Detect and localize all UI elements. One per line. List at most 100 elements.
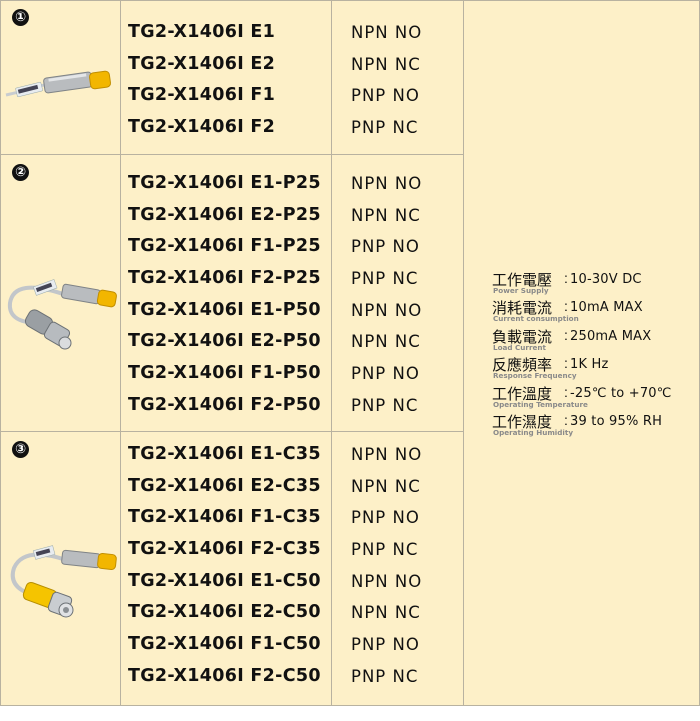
spec-value: -25℃ to +70℃ (570, 385, 672, 401)
sensor-fixed-cable-image (5, 70, 111, 98)
spec-row: 工作濕度: Operating Humidity 39 to 95% RH (492, 411, 697, 439)
group-number: ③ (12, 441, 29, 458)
spec-row: 工作溫度: Operating Temperature -25℃ to +70℃ (492, 383, 697, 411)
model-number: TG2-X1406I E1-P25 (128, 173, 321, 193)
model-row: TG2-X1406I F1 PNP NO (121, 79, 463, 111)
spec-colon: : (564, 411, 568, 428)
model-number: TG2-X1406I E1-P50 (128, 299, 321, 320)
spec-label-english: Response Frequency (493, 371, 577, 381)
spec-label-english: Power Supply (493, 286, 549, 295)
model-row: TG2-X1406I E1-P25 NPN NO (121, 167, 463, 199)
output-type: PNP NO (351, 635, 420, 655)
spec-label-english: Current consumption (493, 314, 579, 324)
model-list-2: TG2-X1406I E1-P25 NPN NO TG2-X1406I E2-P25… (121, 167, 463, 421)
output-type: NPN NC (351, 332, 421, 352)
spec-list: 工作電壓: Power Supply 10-30V DC 消耗電流: Current c… (492, 269, 697, 439)
output-type: PNP NO (351, 237, 420, 257)
model-number: TG2-X1406I E1-C35 (128, 444, 321, 464)
model-row: TG2-X1406I F1-P25 PNP NO (121, 230, 463, 262)
model-row: TG2-X1406I E1-C35 NPN NO (121, 438, 463, 470)
model-number: TG2-X1406I F2-C50 (128, 665, 321, 686)
model-row: TG2-X1406I F2-P25 PNP NC (121, 262, 463, 294)
model-number: TG2-X1406I F1-C35 (128, 507, 321, 528)
output-type: NPN NC (351, 603, 421, 623)
sensor-gray-connector-image (7, 279, 117, 350)
group-number: ② (12, 164, 29, 181)
model-number: TG2-X1406I E2-P25 (128, 204, 321, 225)
spec-sheet: ① ② ③ TG2-X1406I E1 NPN NO TG2-X1406I E2… (0, 0, 700, 706)
spec-label-english: Operating Humidity (493, 427, 574, 437)
model-number: TG2-X1406I F1-C50 (128, 634, 321, 655)
output-type: NPN NO (351, 23, 423, 42)
row-divider (0, 705, 700, 706)
model-row: TG2-X1406I E2-P50 NPN NC (121, 325, 463, 357)
model-number: TG2-X1406I F1-P25 (128, 236, 321, 257)
model-number: TG2-X1406I E1-C50 (128, 570, 321, 591)
output-type: PNP NC (351, 395, 419, 415)
spec-value: 39 to 95% RH (570, 413, 663, 429)
spec-colon: : (564, 326, 568, 343)
model-number: TG2-X1406I E2 (128, 53, 276, 74)
model-row: TG2-X1406I E2-C50 NPN NC (121, 596, 463, 628)
row-divider (0, 431, 463, 432)
model-row: TG2-X1406I F2-C50 PNP NC (121, 660, 463, 692)
output-type: NPN NC (351, 205, 421, 225)
model-row: TG2-X1406I F1-C35 PNP NO (121, 501, 463, 533)
model-number: TG2-X1406I E1 (128, 22, 276, 42)
model-number: TG2-X1406I F1 (128, 85, 276, 106)
model-number: TG2-X1406I E2-C50 (128, 602, 321, 623)
model-row: TG2-X1406I F1-C50 PNP NO (121, 628, 463, 660)
output-type: PNP NC (351, 540, 419, 560)
spec-row: 工作電壓: Power Supply 10-30V DC (492, 269, 697, 297)
model-row: TG2-X1406I E2-C35 NPN NC (121, 470, 463, 502)
model-row: TG2-X1406I E2 NPN NC (121, 48, 463, 80)
output-type: NPN NO (351, 445, 423, 464)
model-row: TG2-X1406I E1-C50 NPN NO (121, 565, 463, 597)
sensor-yellow-connector-image (10, 545, 117, 618)
output-type: PNP NO (351, 508, 420, 528)
model-row: TG2-X1406I E2-P25 NPN NC (121, 199, 463, 231)
spec-value: 10mA MAX (570, 300, 643, 316)
output-type: PNP NC (351, 269, 419, 289)
model-row: TG2-X1406I F2-C35 PNP NC (121, 533, 463, 565)
output-type: NPN NO (351, 571, 423, 591)
spec-colon: : (564, 298, 568, 315)
spec-row: 反應頻率: Response Frequency 1K Hz (492, 354, 697, 382)
spec-label-english: Operating Temperature (493, 399, 588, 409)
model-number: TG2-X1406I F2-P25 (128, 268, 321, 289)
output-type: NPN NO (351, 300, 423, 320)
model-row: TG2-X1406I F1-P50 PNP NO (121, 357, 463, 389)
column-divider (331, 0, 332, 706)
column-divider (463, 0, 464, 706)
spec-value: 1K Hz (570, 357, 609, 373)
model-row: TG2-X1406I E1-P50 NPN NO (121, 294, 463, 326)
model-number: TG2-X1406I E2-P50 (128, 331, 321, 352)
model-row: TG2-X1406I F2 PNP NC (121, 111, 463, 143)
output-type: NPN NC (351, 476, 421, 496)
spec-colon: : (564, 355, 568, 372)
spec-row: 負載電流: Load Current 250mA MAX (492, 326, 697, 354)
spec-value: 250mA MAX (570, 328, 652, 344)
model-number: TG2-X1406I F2 (128, 117, 276, 138)
output-type: PNP NO (351, 364, 420, 384)
model-number: TG2-X1406I E2-C35 (128, 475, 321, 496)
model-row: TG2-X1406I F2-P50 PNP NC (121, 389, 463, 421)
model-number: TG2-X1406I F2-P50 (128, 394, 321, 415)
model-number: TG2-X1406I F2-C35 (128, 539, 321, 560)
spec-colon: : (564, 270, 568, 286)
column-divider (0, 0, 1, 706)
model-row: TG2-X1406I E1 NPN NO (121, 16, 463, 48)
output-type: PNP NO (351, 86, 420, 106)
row-divider (0, 154, 463, 155)
spec-value: 10-30V DC (570, 272, 642, 287)
output-type: NPN NC (351, 54, 421, 74)
spec-row: 消耗電流: Current consumption 10mA MAX (492, 297, 697, 325)
column-divider (120, 0, 121, 706)
output-type: PNP NC (351, 118, 419, 138)
spec-colon: : (564, 383, 568, 400)
model-list-1: TG2-X1406I E1 NPN NO TG2-X1406I E2 NPN NC TG… (121, 16, 463, 143)
output-type: PNP NC (351, 666, 419, 686)
model-number: TG2-X1406I F1-P50 (128, 363, 321, 384)
row-divider (0, 0, 700, 1)
model-list-3: TG2-X1406I E1-C35 NPN NO TG2-X1406I E2-C35… (121, 438, 463, 692)
